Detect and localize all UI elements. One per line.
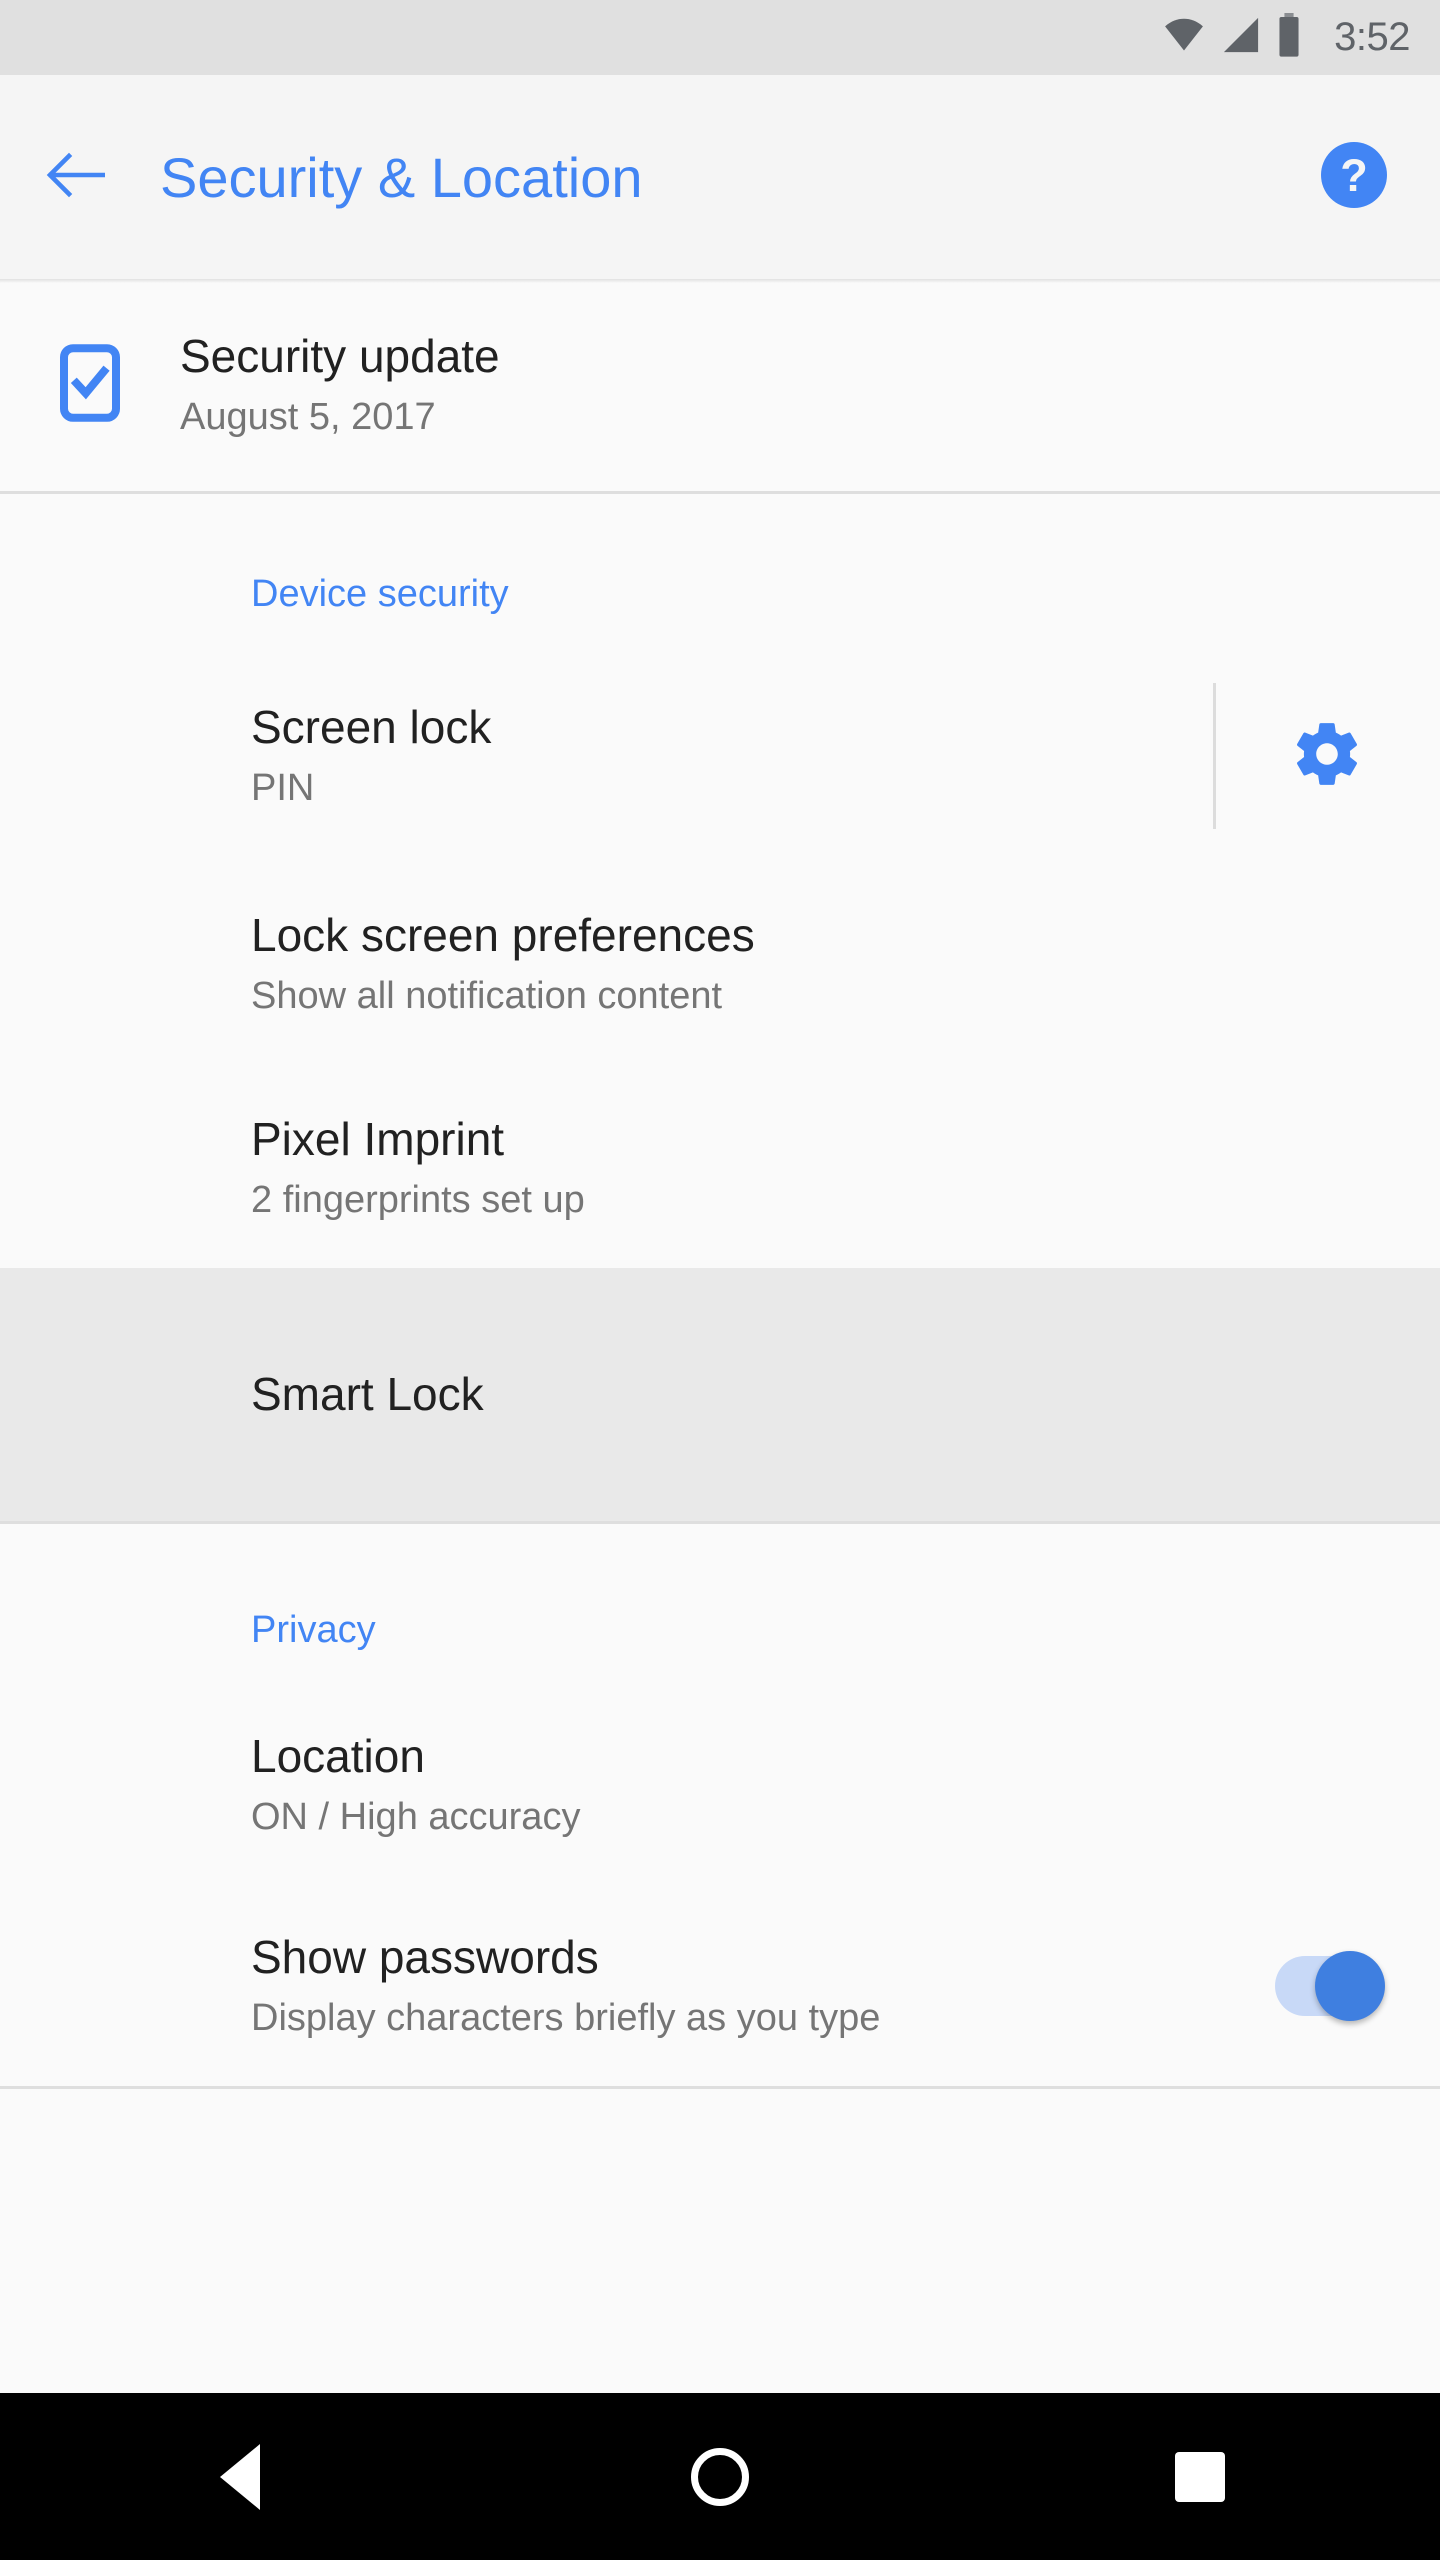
security-update-text: Security update August 5, 2017 [180, 329, 1440, 439]
list-item-smart-lock[interactable]: Smart Lock [0, 1268, 1440, 1521]
wifi-icon [1162, 17, 1206, 58]
battery-icon [1276, 13, 1302, 62]
navigation-bar [0, 2393, 1440, 2560]
list-item-subtitle: ON / High accuracy [251, 1796, 581, 1839]
arrow-back-icon [45, 150, 106, 205]
page-title: Security & Location [160, 145, 643, 209]
list-item-title: Screen lock [251, 700, 492, 753]
smart-lock-text: Smart Lock [0, 1367, 1440, 1421]
show-passwords-text: Show passwords Display characters briefl… [0, 1930, 1213, 2040]
back-button[interactable] [0, 75, 150, 279]
screen-lock-text: Screen lock PIN [0, 700, 1213, 810]
app-bar: Security & Location ? [0, 75, 1440, 279]
section-header-device-security: Device security [251, 573, 509, 615]
lock-screen-preferences-text: Lock screen preferences Show all notific… [0, 908, 1440, 1018]
svg-text:?: ? [1340, 150, 1368, 201]
divider [0, 2086, 1440, 2089]
nav-back-button[interactable] [140, 2393, 340, 2560]
list-item-subtitle: August 5, 2017 [180, 396, 436, 439]
list-item-title: Show passwords [251, 1930, 599, 1983]
list-item-lock-screen-preferences[interactable]: Lock screen preferences Show all notific… [0, 860, 1440, 1068]
status-bar-icons: 3:52 [1162, 13, 1410, 62]
list-item-subtitle: Display characters briefly as you type [251, 1997, 881, 2040]
list-item-title: Smart Lock [251, 1367, 484, 1420]
help-button[interactable]: ? [1312, 135, 1396, 219]
show-passwords-toggle[interactable] [1274, 1951, 1385, 2021]
toggle-thumb [1314, 1951, 1385, 2021]
screen-lock-widget-area [1213, 683, 1440, 829]
home-icon [691, 2447, 749, 2506]
status-bar: 3:52 [0, 0, 1440, 75]
phone-check-icon [60, 343, 120, 427]
list-item-subtitle: Show all notification content [251, 975, 723, 1018]
security-update-icon-slot [0, 343, 180, 427]
location-text: Location ON / High accuracy [0, 1729, 1440, 1839]
show-passwords-widget-area [1213, 1951, 1440, 2021]
status-bar-clock: 3:52 [1334, 15, 1410, 59]
cellular-signal-icon [1220, 16, 1262, 59]
list-item-show-passwords[interactable]: Show passwords Display characters briefl… [0, 1886, 1440, 2086]
vertical-divider [1213, 683, 1216, 829]
list-item-pixel-imprint[interactable]: Pixel Imprint 2 fingerprints set up [0, 1068, 1440, 1268]
settings-list: Security update August 5, 2017 Device se… [0, 279, 1440, 2393]
list-item-subtitle: PIN [251, 767, 315, 810]
help-icon: ? [1318, 139, 1390, 216]
list-item-location[interactable]: Location ON / High accuracy [0, 1684, 1440, 1886]
section-header-privacy: Privacy [251, 1609, 376, 1651]
list-item-title: Security update [180, 329, 500, 382]
list-item-security-update[interactable]: Security update August 5, 2017 [0, 279, 1440, 491]
list-item-title: Location [251, 1729, 425, 1782]
android-settings-screen: 3:52 Security & Location ? Security upda… [0, 0, 1440, 2560]
nav-home-button[interactable] [620, 2393, 820, 2560]
pixel-imprint-text: Pixel Imprint 2 fingerprints set up [0, 1112, 1440, 1222]
gear-icon [1290, 717, 1364, 796]
back-icon [220, 2443, 260, 2510]
list-item-subtitle: 2 fingerprints set up [251, 1179, 585, 1222]
list-item-title: Pixel Imprint [251, 1112, 505, 1165]
screen-lock-settings-button[interactable] [1272, 701, 1382, 811]
nav-recents-button[interactable] [1100, 2393, 1300, 2560]
list-item-title: Lock screen preferences [251, 908, 755, 961]
recents-icon [1175, 2451, 1225, 2502]
list-item-screen-lock[interactable]: Screen lock PIN [0, 652, 1440, 860]
